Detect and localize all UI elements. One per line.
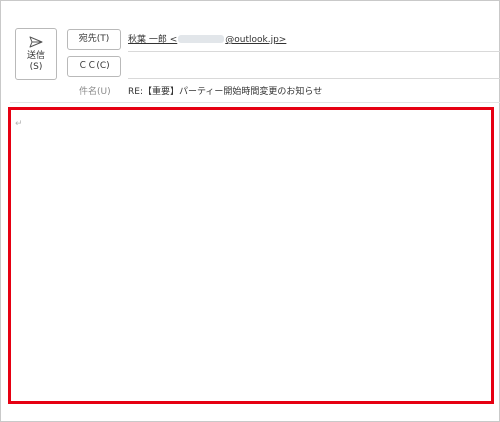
to-recipient-domain: @outlook.jp> [225,35,287,45]
to-button[interactable]: 宛先(T) [67,29,121,50]
to-field-underline [128,51,500,52]
send-button-label: 送信 [26,51,45,61]
paragraph-mark: ↵ [15,119,23,129]
cc-field-underline[interactable] [128,78,500,79]
header-divider [10,102,500,103]
send-button-shortcut: (S) [29,62,43,72]
compose-window: 送信 (S) 宛先(T) ＣＣ(C) 秋葉 一郎 < @outlook.jp> 件… [0,0,500,422]
subject-label: 件名(U) [79,87,111,97]
to-recipient[interactable]: 秋葉 一郎 < @outlook.jp> [128,34,286,46]
redacted-address [178,35,225,43]
to-recipient-name: 秋葉 一郎 < [128,35,178,45]
send-button[interactable]: 送信 (S) [15,28,57,80]
subject-input[interactable]: RE:【重要】パーティー開始時間変更のお知らせ [128,86,322,98]
send-icon [29,36,43,48]
message-body[interactable]: ↵ [8,107,494,404]
cc-button[interactable]: ＣＣ(C) [67,56,121,77]
